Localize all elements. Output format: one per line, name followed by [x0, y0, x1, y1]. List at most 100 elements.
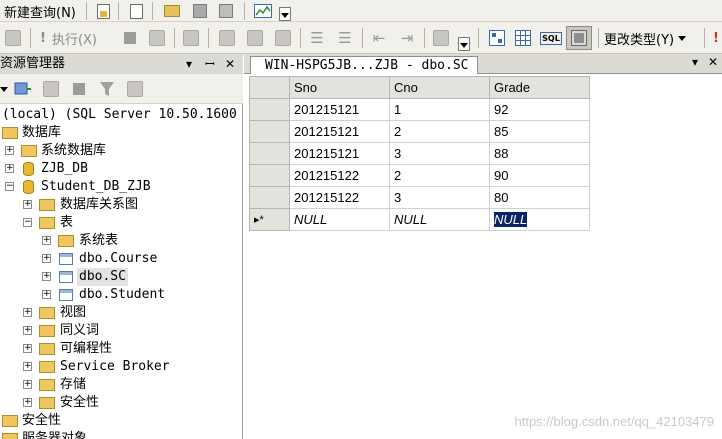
tree-node-storage[interactable]: + 存储 [0, 376, 243, 394]
cell-grade[interactable]: 85 [489, 120, 590, 143]
tree-node-synonyms[interactable]: + 同义词 [0, 322, 243, 340]
cell-grade[interactable]: 90 [489, 164, 590, 187]
tab-dbo-sc[interactable]: WIN-HSPG5JB...ZJB - dbo.SC [250, 56, 478, 74]
cell-grade[interactable]: 80 [489, 186, 590, 209]
new-file-icon[interactable] [94, 2, 112, 20]
close-icon[interactable]: ✕ [225, 54, 235, 74]
cell-sno[interactable]: 201215121 [289, 142, 390, 165]
change-type-button[interactable]: 更改类型(Y) [604, 27, 687, 49]
expand-icon[interactable]: + [5, 164, 14, 173]
tab-list-dropdown-icon[interactable]: ▾ [692, 55, 698, 69]
cell-sno[interactable]: 201215121 [289, 120, 390, 143]
tree-node-table-sc[interactable]: + dbo.SC [0, 268, 243, 286]
expand-icon[interactable]: + [42, 272, 51, 281]
row-selector[interactable] [249, 120, 290, 143]
table-row[interactable]: 201215122 2 90 [249, 164, 590, 187]
new-row-marker[interactable]: ▸* [249, 208, 290, 231]
results-to-file-icon[interactable] [272, 28, 294, 48]
close-tab-icon[interactable]: ✕ [708, 55, 718, 69]
tree-node-system-tables[interactable]: + 系统表 [0, 232, 243, 250]
tree-node-table-student[interactable]: + dbo.Student [0, 286, 243, 304]
collapse-icon[interactable]: − [23, 218, 32, 227]
cell-cno[interactable]: 3 [389, 186, 490, 209]
save-icon[interactable] [190, 2, 210, 20]
tree-node-system-databases[interactable]: + 系统数据库 [0, 142, 243, 160]
tree-node-security[interactable]: 安全性 [0, 412, 243, 430]
cell-cno[interactable]: 2 [389, 164, 490, 187]
cell-sno[interactable]: 201215121 [289, 98, 390, 121]
cell-grade[interactable]: 92 [489, 98, 590, 121]
pin-icon[interactable]: ꟷ [205, 54, 215, 74]
collapse-icon[interactable]: − [5, 182, 14, 191]
connect-explorer-icon[interactable] [12, 79, 34, 99]
query-designer-icon[interactable] [180, 28, 202, 48]
indent-icon[interactable]: ⇥ [396, 28, 418, 48]
criteria-pane-icon[interactable] [512, 28, 534, 48]
column-header-grade[interactable]: Grade [489, 76, 590, 99]
expand-icon[interactable]: + [23, 362, 32, 371]
column-header-cno[interactable]: Cno [389, 76, 490, 99]
cell-sno-null[interactable]: NULL [289, 208, 390, 231]
execute-button[interactable]: ! 执行(X) [38, 27, 99, 49]
row-selector[interactable] [249, 164, 290, 187]
expand-icon[interactable]: + [42, 236, 51, 245]
row-selector[interactable] [249, 98, 290, 121]
column-header-sno[interactable]: Sno [289, 76, 390, 99]
expand-icon[interactable]: + [23, 326, 32, 335]
tree-node-tables[interactable]: − 表 [0, 214, 243, 232]
stop-icon[interactable] [122, 28, 138, 48]
row-header-corner[interactable] [249, 76, 290, 99]
sql-pane-icon[interactable]: SQL [540, 28, 562, 48]
results-to-grid-icon[interactable] [244, 28, 266, 48]
expand-icon[interactable]: + [23, 380, 32, 389]
cell-cno[interactable]: 3 [389, 142, 490, 165]
row-selector[interactable] [249, 186, 290, 209]
toolbar2-overflow-icon[interactable] [458, 36, 470, 52]
cell-cno[interactable]: 1 [389, 98, 490, 121]
tree-node-zjb-db[interactable]: + ZJB_DB [0, 160, 243, 178]
parse-icon[interactable] [146, 28, 168, 48]
comment-icon[interactable]: ☰ [306, 28, 328, 48]
open-file-icon[interactable] [162, 2, 182, 20]
stop-explorer-icon[interactable] [70, 80, 88, 98]
refresh-icon[interactable] [124, 79, 146, 99]
toolbar-overflow-icon[interactable] [278, 6, 292, 22]
tree-node-programmability[interactable]: + 可编程性 [0, 340, 243, 358]
expand-icon[interactable]: + [23, 398, 32, 407]
row-selector[interactable] [249, 142, 290, 165]
results-pane-icon[interactable] [566, 26, 592, 50]
diagram-pane-icon[interactable] [486, 28, 508, 48]
cell-cno[interactable]: 2 [389, 120, 490, 143]
new-row[interactable]: ▸* NULL NULL NULL [249, 208, 590, 231]
filter-icon[interactable] [96, 79, 118, 99]
tree-node-diagrams[interactable]: + 数据库关系图 [0, 196, 243, 214]
tree-node-server-objects[interactable]: 服务器对象 [0, 430, 243, 439]
table-row[interactable]: 201215121 1 92 [249, 98, 590, 121]
tree-node-service-broker[interactable]: + Service Broker [0, 358, 243, 376]
results-to-text-icon[interactable] [216, 28, 238, 48]
new-query-button[interactable]: 新建查询(N) [0, 0, 80, 22]
expand-icon[interactable]: + [42, 290, 51, 299]
data-grid[interactable]: Sno Cno Grade 201215121 1 92 201215121 2… [249, 76, 590, 231]
tree-node-db-security[interactable]: + 安全性 [0, 394, 243, 412]
cell-sno[interactable]: 201215122 [289, 164, 390, 187]
table-row[interactable]: 201215121 2 85 [249, 120, 590, 143]
cell-cno-null[interactable]: NULL [389, 208, 490, 231]
expand-icon[interactable]: + [42, 254, 51, 263]
connect-dropdown-icon[interactable] [0, 82, 8, 96]
cell-sno[interactable]: 201215122 [289, 186, 390, 209]
table-row[interactable]: 201215121 3 88 [249, 142, 590, 165]
table-row[interactable]: 201215122 3 80 [249, 186, 590, 209]
execute-sql-icon[interactable]: ! [710, 28, 722, 48]
tree-node-table-course[interactable]: + dbo.Course [0, 250, 243, 268]
connect-icon[interactable] [2, 28, 24, 48]
new-project-icon[interactable] [126, 2, 146, 20]
dropdown-icon[interactable]: ▾ [186, 54, 192, 74]
tree-node-views[interactable]: + 视图 [0, 304, 243, 322]
cell-grade-null[interactable]: NULL [489, 208, 590, 231]
tree-node-student-db[interactable]: − Student_DB_ZJB [0, 178, 243, 196]
expand-icon[interactable]: + [23, 308, 32, 317]
print-icon[interactable] [216, 2, 236, 20]
expand-icon[interactable]: + [5, 146, 14, 155]
outdent-icon[interactable]: ⇤ [368, 28, 390, 48]
